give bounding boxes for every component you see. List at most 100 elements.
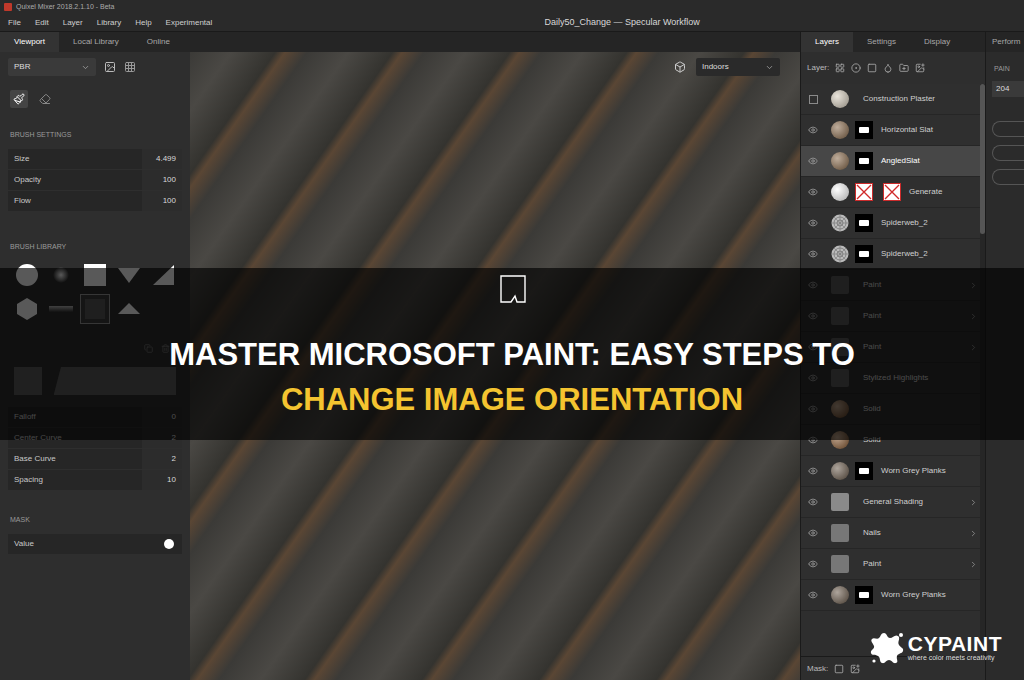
mask-thumb bbox=[855, 121, 873, 139]
image-icon[interactable] bbox=[104, 61, 116, 73]
tab[interactable]: Settings bbox=[853, 32, 910, 52]
folder-add-icon[interactable] bbox=[899, 63, 909, 73]
fill-add-icon[interactable] bbox=[867, 63, 877, 73]
paint-canvas-icon bbox=[495, 272, 529, 306]
cube-icon[interactable] bbox=[674, 61, 686, 73]
layer-row[interactable]: General Shading bbox=[801, 487, 980, 518]
tool-button[interactable] bbox=[10, 90, 28, 108]
tab[interactable]: Viewport bbox=[0, 32, 59, 52]
eye-icon[interactable] bbox=[808, 125, 818, 135]
menu-item[interactable]: Library bbox=[97, 17, 121, 29]
layer-row[interactable]: Generate bbox=[801, 177, 980, 208]
setting-row[interactable]: Base Curve2 bbox=[8, 449, 182, 469]
eye-icon[interactable] bbox=[808, 466, 818, 476]
eye-icon[interactable] bbox=[808, 497, 818, 507]
menu-item[interactable]: File bbox=[8, 17, 21, 29]
logo-tagline: where color meets creativity bbox=[908, 654, 1002, 663]
layer-row[interactable]: Nails bbox=[801, 518, 980, 549]
eye-icon[interactable] bbox=[808, 187, 818, 197]
mask-thumb bbox=[855, 214, 873, 232]
expand-icon[interactable] bbox=[969, 498, 978, 507]
spiderweb-thumb-icon bbox=[831, 245, 849, 263]
environment-dropdown[interactable]: Indoors bbox=[696, 58, 780, 76]
layer-name: AngledSlat bbox=[881, 155, 966, 167]
menu-item[interactable]: Edit bbox=[35, 17, 49, 29]
layer-name: Spiderweb_2 bbox=[881, 248, 966, 260]
mask-label: Value bbox=[8, 538, 164, 550]
app-title: Quixel Mixer 2018.2.1.10 - Beta bbox=[16, 2, 114, 13]
chevron-down-icon bbox=[765, 63, 774, 72]
menu-bar: FileEditLayerLibraryHelpExperimentalDail… bbox=[0, 14, 1024, 32]
title-banner: MASTER MICROSOFT PAINT: EASY STEPS TOCHA… bbox=[0, 268, 1024, 440]
tab[interactable]: Perform bbox=[986, 32, 1020, 52]
expand-icon[interactable] bbox=[969, 560, 978, 569]
mask-thumb bbox=[855, 462, 873, 480]
tool-button[interactable] bbox=[36, 90, 54, 108]
mask-toggle[interactable] bbox=[164, 539, 174, 549]
setting-value[interactable]: 10 bbox=[142, 470, 182, 490]
mask-row[interactable]: Value bbox=[8, 534, 182, 554]
expand-icon[interactable] bbox=[969, 529, 978, 538]
option-button[interactable] bbox=[992, 145, 1024, 161]
setting-value[interactable]: 100 bbox=[142, 170, 182, 190]
render-mode-dropdown[interactable]: PBR bbox=[8, 58, 96, 76]
option-button[interactable] bbox=[992, 169, 1024, 185]
app-logo-icon bbox=[4, 3, 12, 11]
layer-row[interactable]: Spiderweb_2 bbox=[801, 239, 980, 270]
tab[interactable]: Display bbox=[910, 32, 964, 52]
generator-masks bbox=[855, 183, 901, 201]
resolution-field[interactable]: 204 bbox=[992, 81, 1024, 97]
eye-icon[interactable] bbox=[808, 218, 818, 228]
layer-row[interactable]: Paint bbox=[801, 549, 980, 580]
mask-image-icon[interactable] bbox=[850, 664, 860, 674]
setting-label: Base Curve bbox=[8, 453, 142, 465]
eye-icon[interactable] bbox=[808, 590, 818, 600]
mask-add-icon[interactable] bbox=[834, 664, 844, 674]
tab[interactable]: Online bbox=[133, 32, 184, 52]
layer-row[interactable]: Horizontal Slat bbox=[801, 115, 980, 146]
image-add-icon[interactable] bbox=[915, 63, 925, 73]
section-heading: MASK bbox=[0, 491, 190, 534]
layer-name: Paint bbox=[863, 558, 966, 570]
setting-label: Opacity bbox=[8, 174, 142, 186]
layer-add-icon[interactable] bbox=[835, 63, 845, 73]
material-thumb bbox=[831, 152, 849, 170]
layer-row[interactable]: AngledSlat bbox=[801, 146, 980, 177]
group-thumb bbox=[831, 493, 849, 511]
material-thumb bbox=[831, 183, 849, 201]
site-logo: CYPAINTwhere color meets creativity bbox=[870, 630, 1002, 666]
menu-item[interactable]: Layer bbox=[63, 17, 83, 29]
layer-name: Horizontal Slat bbox=[881, 124, 966, 136]
eye-icon[interactable] bbox=[808, 156, 818, 166]
grid-icon[interactable] bbox=[124, 61, 136, 73]
setting-row[interactable]: Opacity100 bbox=[8, 170, 182, 190]
layer-row[interactable]: Worn Grey Planks bbox=[801, 580, 980, 611]
material-thumb bbox=[831, 586, 849, 604]
setting-value[interactable]: 2 bbox=[142, 449, 182, 469]
layer-name: Construction Plaster bbox=[863, 93, 966, 105]
eye-icon[interactable] bbox=[808, 528, 818, 538]
left-tab-bar: ViewportLocal LibraryOnline bbox=[0, 32, 800, 52]
eye-icon[interactable] bbox=[808, 249, 818, 259]
setting-row[interactable]: Spacing10 bbox=[8, 470, 182, 490]
setting-row[interactable]: Size4.499 bbox=[8, 149, 182, 169]
layer-row[interactable]: Worn Grey Planks bbox=[801, 456, 980, 487]
menu-item[interactable]: Help bbox=[135, 17, 151, 29]
material-add-icon[interactable] bbox=[851, 63, 861, 73]
setting-value[interactable]: 4.499 bbox=[142, 149, 182, 169]
chevron-down-icon bbox=[81, 63, 90, 72]
layer-row[interactable]: Construction Plaster bbox=[801, 84, 980, 115]
setting-row[interactable]: Flow100 bbox=[8, 191, 182, 211]
tab[interactable]: Layers bbox=[801, 32, 853, 52]
option-button[interactable] bbox=[992, 121, 1024, 137]
eye-icon[interactable] bbox=[808, 559, 818, 569]
tab[interactable]: Local Library bbox=[59, 32, 133, 52]
menu-item[interactable]: Experimental bbox=[166, 17, 213, 29]
visibility-checkbox[interactable] bbox=[809, 95, 818, 104]
layer-row[interactable]: Spiderweb_2 bbox=[801, 208, 980, 239]
empty-mask-icon bbox=[855, 183, 873, 201]
paint-add-icon[interactable] bbox=[883, 63, 893, 73]
viewport-toolbar: Indoors bbox=[190, 52, 800, 76]
setting-value[interactable]: 100 bbox=[142, 191, 182, 211]
mask-thumb bbox=[855, 586, 873, 604]
